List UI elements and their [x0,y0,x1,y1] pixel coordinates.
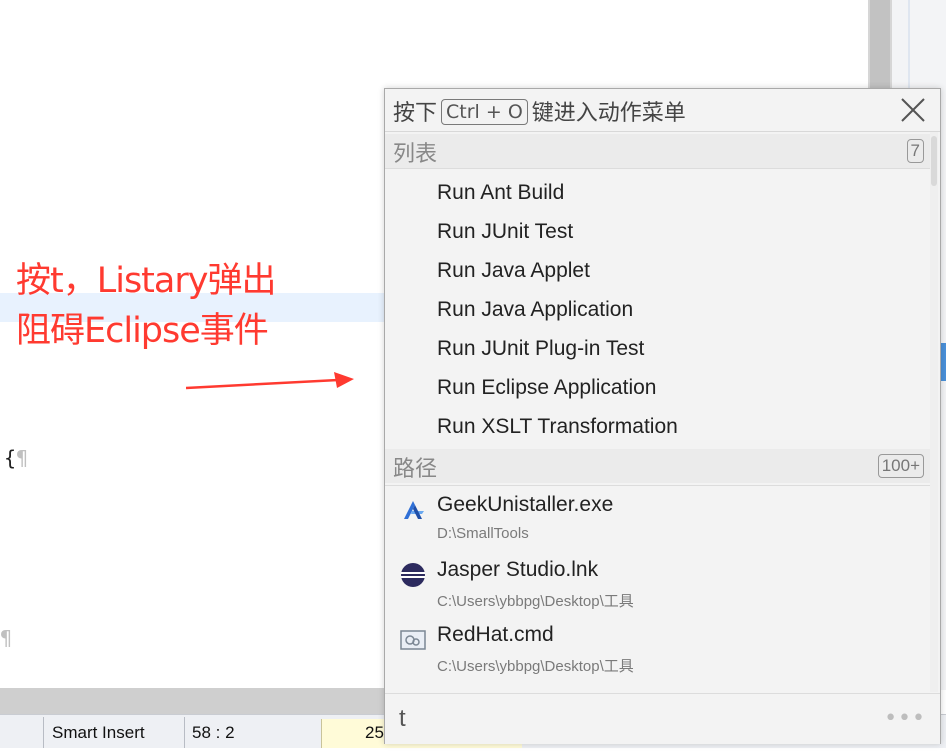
section-divider [385,168,930,169]
annotation-text: 按t，Listary弹出 阻碍Eclipse事件 [16,256,276,356]
status-separator [184,717,185,748]
annotation-line-2: 阻碍Eclipse事件 [16,311,269,351]
popup-header: 按下 Ctrl + O 键进入动作菜单 [385,89,940,131]
editor-scroll-thumb[interactable] [870,0,890,90]
path-item-name: Jasper Studio.lnk [437,558,599,581]
path-item-location: C:\Users\ybbpg\Desktop\工具 [437,658,634,675]
cmd-icon [400,630,426,650]
path-item[interactable]: RedHat.cmd C:\Users\ybbpg\Desktop\工具 [385,617,930,681]
list-item[interactable]: Run Ant Build [437,181,917,217]
more-options-button[interactable]: ••• [884,706,926,731]
path-item-location: D:\SmallTools [437,525,529,542]
close-button[interactable] [898,95,928,125]
section-list-header: 列表 7 [385,134,930,168]
section-list-title: 列表 [393,142,438,167]
code-brace: { [4,446,17,470]
section-path-title: 路径 [393,457,438,482]
section-divider [385,485,930,486]
list-item[interactable]: Run Java Applet [437,259,917,295]
app-icon [404,501,424,519]
path-item-location: C:\Users\ybbpg\Desktop\工具 [437,593,634,610]
pilcrow-mark: ¶ [0,626,13,650]
path-item[interactable]: GeekUnistaller.exe D:\SmallTools [385,487,930,551]
list-item[interactable]: Run JUnit Test [437,220,917,256]
section-list-count: 7 [906,139,924,163]
close-icon [901,98,925,122]
status-memory-value: 25 [365,723,384,742]
path-item[interactable]: Jasper Studio.lnk C:\Users\ybbpg\Desktop… [385,552,930,616]
popup-scrollbar[interactable] [930,132,938,692]
pilcrow-mark: ¶ [16,446,29,470]
action-menu-hint: 按下 Ctrl + O 键进入动作菜单 [393,95,686,127]
path-item-name: RedHat.cmd [437,623,554,646]
search-input[interactable] [399,702,839,736]
section-path-header: 路径 100+ [385,449,930,483]
annotation-arrow [186,372,354,390]
status-cursor-position: 58 : 2 [192,723,235,742]
code-line-empty: ¶ [0,626,12,650]
hint-suffix: 键进入动作菜单 [531,101,686,126]
popup-scroll-thumb[interactable] [931,136,937,186]
header-divider [385,131,940,132]
path-item-name: GeekUnistaller.exe [437,493,614,516]
search-bar: ••• [385,693,940,744]
status-separator [43,717,44,748]
list-item[interactable]: Run XSLT Transformation [437,415,917,451]
list-item[interactable]: Run Java Application [437,298,917,334]
code-line-brace: {¶ [4,446,28,470]
list-item[interactable]: Run JUnit Plug-in Test [437,337,917,373]
shortcut-key: Ctrl + O [441,99,528,125]
listary-popup: 按下 Ctrl + O 键进入动作菜单 列表 7 Run Ant Build Run… [384,88,941,744]
section-path-count: 100+ [877,454,924,478]
eclipse-icon [401,563,425,587]
status-insert-mode: Smart Insert [52,723,145,742]
annotation-line-1: 按t，Listary弹出 [16,261,276,301]
hint-prefix: 按下 [393,101,438,126]
list-item[interactable]: Run Eclipse Application [437,376,917,412]
